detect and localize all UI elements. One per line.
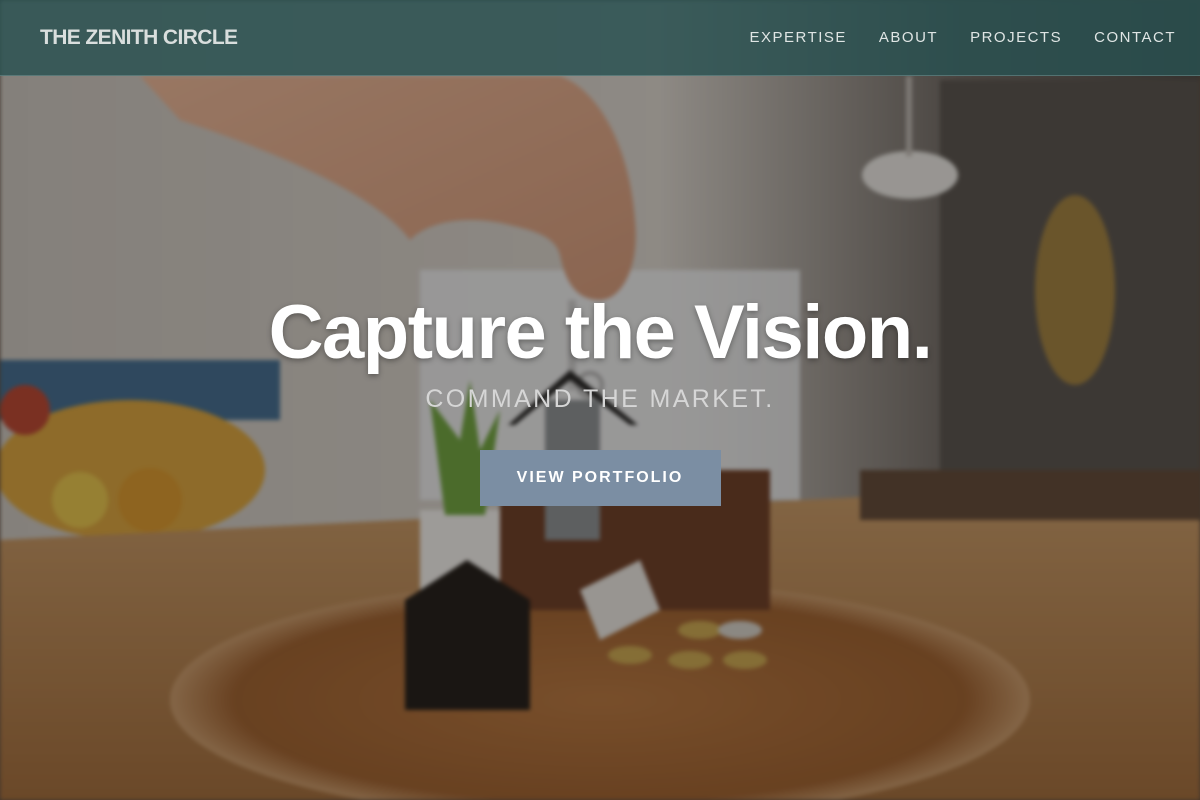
nav-item-projects: PROJECTS [970,29,1062,47]
nav-links: EXPERTISE ABOUT PROJECTS CONTACT [717,29,1176,47]
nav-link-contact[interactable]: CONTACT [1094,29,1176,46]
nav-link-expertise[interactable]: EXPERTISE [749,29,846,46]
nav-item-about: ABOUT [879,29,938,47]
brand-logo-link[interactable]: THE ZENITH CIRCLE [40,26,238,50]
nav-link-about[interactable]: ABOUT [879,29,938,46]
hero-title: Capture the Vision. [268,290,933,375]
nav-item-expertise: EXPERTISE [749,29,846,47]
hero-subtitle: COMMAND THE MARKET. [425,385,775,413]
view-portfolio-button[interactable]: VIEW PORTFOLIO [479,450,721,506]
top-navbar: THE ZENITH CIRCLE EXPERTISE ABOUT PROJEC… [0,0,1200,76]
landing-page: THE ZENITH CIRCLE EXPERTISE ABOUT PROJEC… [0,0,1200,800]
hero-section: Capture the Vision. COMMAND THE MARKET. … [0,290,1200,506]
nav-link-projects[interactable]: PROJECTS [970,29,1062,46]
nav-item-contact: CONTACT [1094,29,1176,47]
